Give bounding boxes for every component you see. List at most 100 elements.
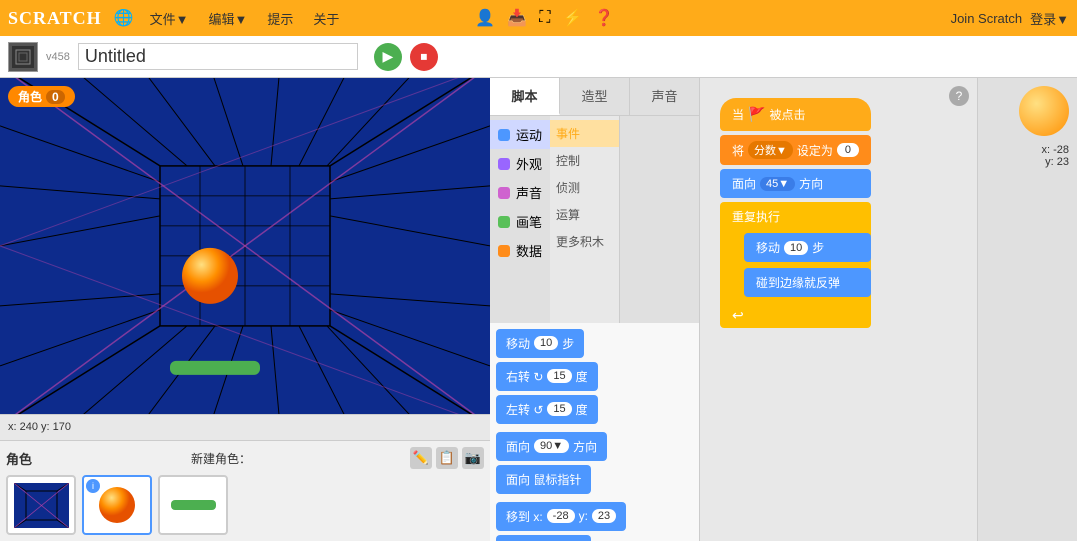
- sound-label: 声音: [516, 183, 542, 202]
- face-direction-block[interactable]: 面向 45▼ 方向: [720, 169, 871, 198]
- menu-file[interactable]: 文件▼: [146, 7, 193, 30]
- fullscreen-icon[interactable]: ⛶: [539, 9, 550, 27]
- hat-block-when-flag[interactable]: 当 🚩 被点击: [720, 98, 871, 131]
- block-turn-right[interactable]: 右转 ↻ 15 度: [496, 362, 598, 391]
- camera-sprite-btn[interactable]: 📷: [462, 447, 484, 469]
- stage-area: 角色 0 x: 240 y: 170 角色 新建角色： ✏️ 📋 📷: [0, 78, 490, 541]
- inner-move-input[interactable]: 10: [784, 241, 808, 255]
- stage-width-label: x: 240: [8, 421, 38, 433]
- sprites-title: 角色: [6, 449, 32, 468]
- var-dropdown[interactable]: 分数▼: [748, 141, 793, 159]
- tabs-panel: 脚本 造型 声音 运动 外观 声音: [490, 78, 700, 541]
- stage-coords-bar: x: 240 y: 170: [0, 414, 490, 440]
- help-button[interactable]: ?: [949, 86, 969, 106]
- tab-sounds[interactable]: 声音: [630, 78, 699, 115]
- sprite-item-ball[interactable]: i: [82, 475, 152, 535]
- repeat-block-container: 重复执行 移动 10 步 碰到边缘就反弹: [720, 202, 871, 328]
- globe-icon[interactable]: 🌐: [114, 8, 134, 28]
- hat-flag-icon: 🚩: [748, 106, 765, 123]
- category-sound[interactable]: 声音: [490, 178, 550, 207]
- set-to-label: 设定为: [797, 142, 833, 159]
- turn-right-input[interactable]: 15: [547, 369, 571, 383]
- move-block-inner[interactable]: 移动 10 步: [744, 233, 871, 262]
- tabs-header: 脚本 造型 声音: [490, 78, 699, 116]
- sprite-item-paddle[interactable]: [158, 475, 228, 535]
- block-face-direction[interactable]: 面向 90▼ 方向: [496, 432, 607, 461]
- face-label: 面向: [732, 175, 756, 192]
- subcat-control[interactable]: 控制: [550, 147, 619, 174]
- coord-x: x: -28: [1041, 144, 1069, 156]
- data-label: 数据: [516, 241, 542, 260]
- turbo-icon[interactable]: ⚡: [562, 8, 582, 28]
- scratch-logo: SCRATCH: [8, 8, 102, 29]
- sprite-item-bg[interactable]: [6, 475, 76, 535]
- subcat-events[interactable]: 事件: [550, 120, 619, 147]
- goto-y-input[interactable]: 23: [592, 509, 616, 523]
- script-container: 当 🚩 被点击 将 分数▼ 设定为 0 面向 45▼: [720, 98, 871, 328]
- categories-panel: 运动 外观 声音 画笔: [490, 116, 550, 323]
- script-area[interactable]: 当 🚩 被点击 将 分数▼ 设定为 0 面向 45▼: [700, 78, 977, 541]
- block-goto-xy[interactable]: 移到 x: -28 y: 23: [496, 502, 626, 531]
- subcat-operators[interactable]: 运算: [550, 201, 619, 228]
- score-value: 0: [46, 90, 65, 104]
- stamp-sprite-btn[interactable]: 📋: [436, 447, 458, 469]
- goto-x-input[interactable]: -28: [547, 509, 575, 523]
- face-dir-input[interactable]: 90▼: [534, 439, 569, 453]
- main-area: 角色 0 x: 240 y: 170 角色 新建角色： ✏️ 📋 📷: [0, 78, 1077, 541]
- menu-edit[interactable]: 编辑▼: [204, 7, 251, 30]
- repeat-footer: ↩: [720, 303, 871, 328]
- data-color-dot: [498, 245, 510, 257]
- subcat-sensing[interactable]: 侦测: [550, 174, 619, 201]
- block-turn-left[interactable]: 左转 ↺ 15 度: [496, 395, 598, 424]
- tab-scripts[interactable]: 脚本: [490, 78, 560, 115]
- move-steps-input[interactable]: 10: [534, 336, 558, 350]
- tab-costumes[interactable]: 造型: [560, 78, 630, 115]
- set-score-block[interactable]: 将 分数▼ 设定为 0: [720, 135, 871, 165]
- new-sprite-label: 新建角色：: [191, 450, 251, 467]
- new-sprite-buttons: ✏️ 📋 📷: [410, 447, 484, 469]
- menu-hints[interactable]: 提示: [263, 7, 297, 30]
- blocks-panel-inner: 运动 外观 声音 画笔: [490, 116, 699, 323]
- bounce-block[interactable]: 碰到边缘就反弹: [744, 268, 871, 297]
- face-dropdown[interactable]: 45▼: [760, 177, 795, 191]
- block-move[interactable]: 移动 10 步: [496, 329, 584, 358]
- repeat-header[interactable]: 重复执行: [720, 202, 871, 231]
- turn-left-input[interactable]: 15: [547, 402, 571, 416]
- stop-button[interactable]: ⏹: [410, 43, 438, 71]
- repeat-arrow-icon: ↩: [732, 307, 744, 324]
- score-display: 角色 0: [8, 86, 75, 107]
- join-scratch-btn[interactable]: Join Scratch: [951, 11, 1023, 26]
- titlebar: v458 ▶ ⏹: [0, 36, 1077, 78]
- coords-panel: x: -28 y: 23: [977, 78, 1077, 541]
- subcat-more[interactable]: 更多积木: [550, 228, 619, 255]
- face-unit: 方向: [799, 175, 823, 192]
- stage-background: [0, 78, 490, 414]
- category-looks[interactable]: 外观: [490, 149, 550, 178]
- block-goto-mouse[interactable]: 移到 鼠标指针: [496, 535, 591, 541]
- menu-about[interactable]: 关于: [309, 7, 343, 30]
- paint-sprite-btn[interactable]: ✏️: [410, 447, 432, 469]
- set-to-value[interactable]: 0: [837, 143, 859, 157]
- motion-color-dot: [498, 129, 510, 141]
- green-flag-button[interactable]: ▶: [374, 43, 402, 71]
- category-data[interactable]: 数据: [490, 236, 550, 265]
- project-title-input[interactable]: [78, 43, 358, 70]
- coord-y: y: 23: [1045, 156, 1069, 168]
- sprites-panel: 角色 新建角色： ✏️ 📋 📷: [0, 440, 490, 541]
- sprite-info-btn[interactable]: i: [86, 479, 100, 493]
- category-motion[interactable]: 运动: [490, 120, 550, 149]
- help-icon: ?: [956, 89, 963, 103]
- sound-color-dot: [498, 187, 510, 199]
- download-icon[interactable]: 📥: [507, 8, 527, 28]
- block-face-mouse[interactable]: 面向 鼠标指针: [496, 465, 591, 494]
- upload-icon[interactable]: 👤: [475, 8, 495, 28]
- sprite-version: v458: [46, 51, 70, 63]
- hat-clicked-label: 被点击: [769, 106, 805, 123]
- category-pen[interactable]: 画笔: [490, 207, 550, 236]
- signin-btn[interactable]: 登录▼: [1030, 9, 1069, 28]
- stage-height-label: y: 170: [41, 421, 71, 433]
- pen-color-dot: [498, 216, 510, 228]
- pen-label: 画笔: [516, 212, 542, 231]
- help-top-icon[interactable]: ❓: [594, 8, 614, 28]
- sprites-list: i: [6, 475, 484, 535]
